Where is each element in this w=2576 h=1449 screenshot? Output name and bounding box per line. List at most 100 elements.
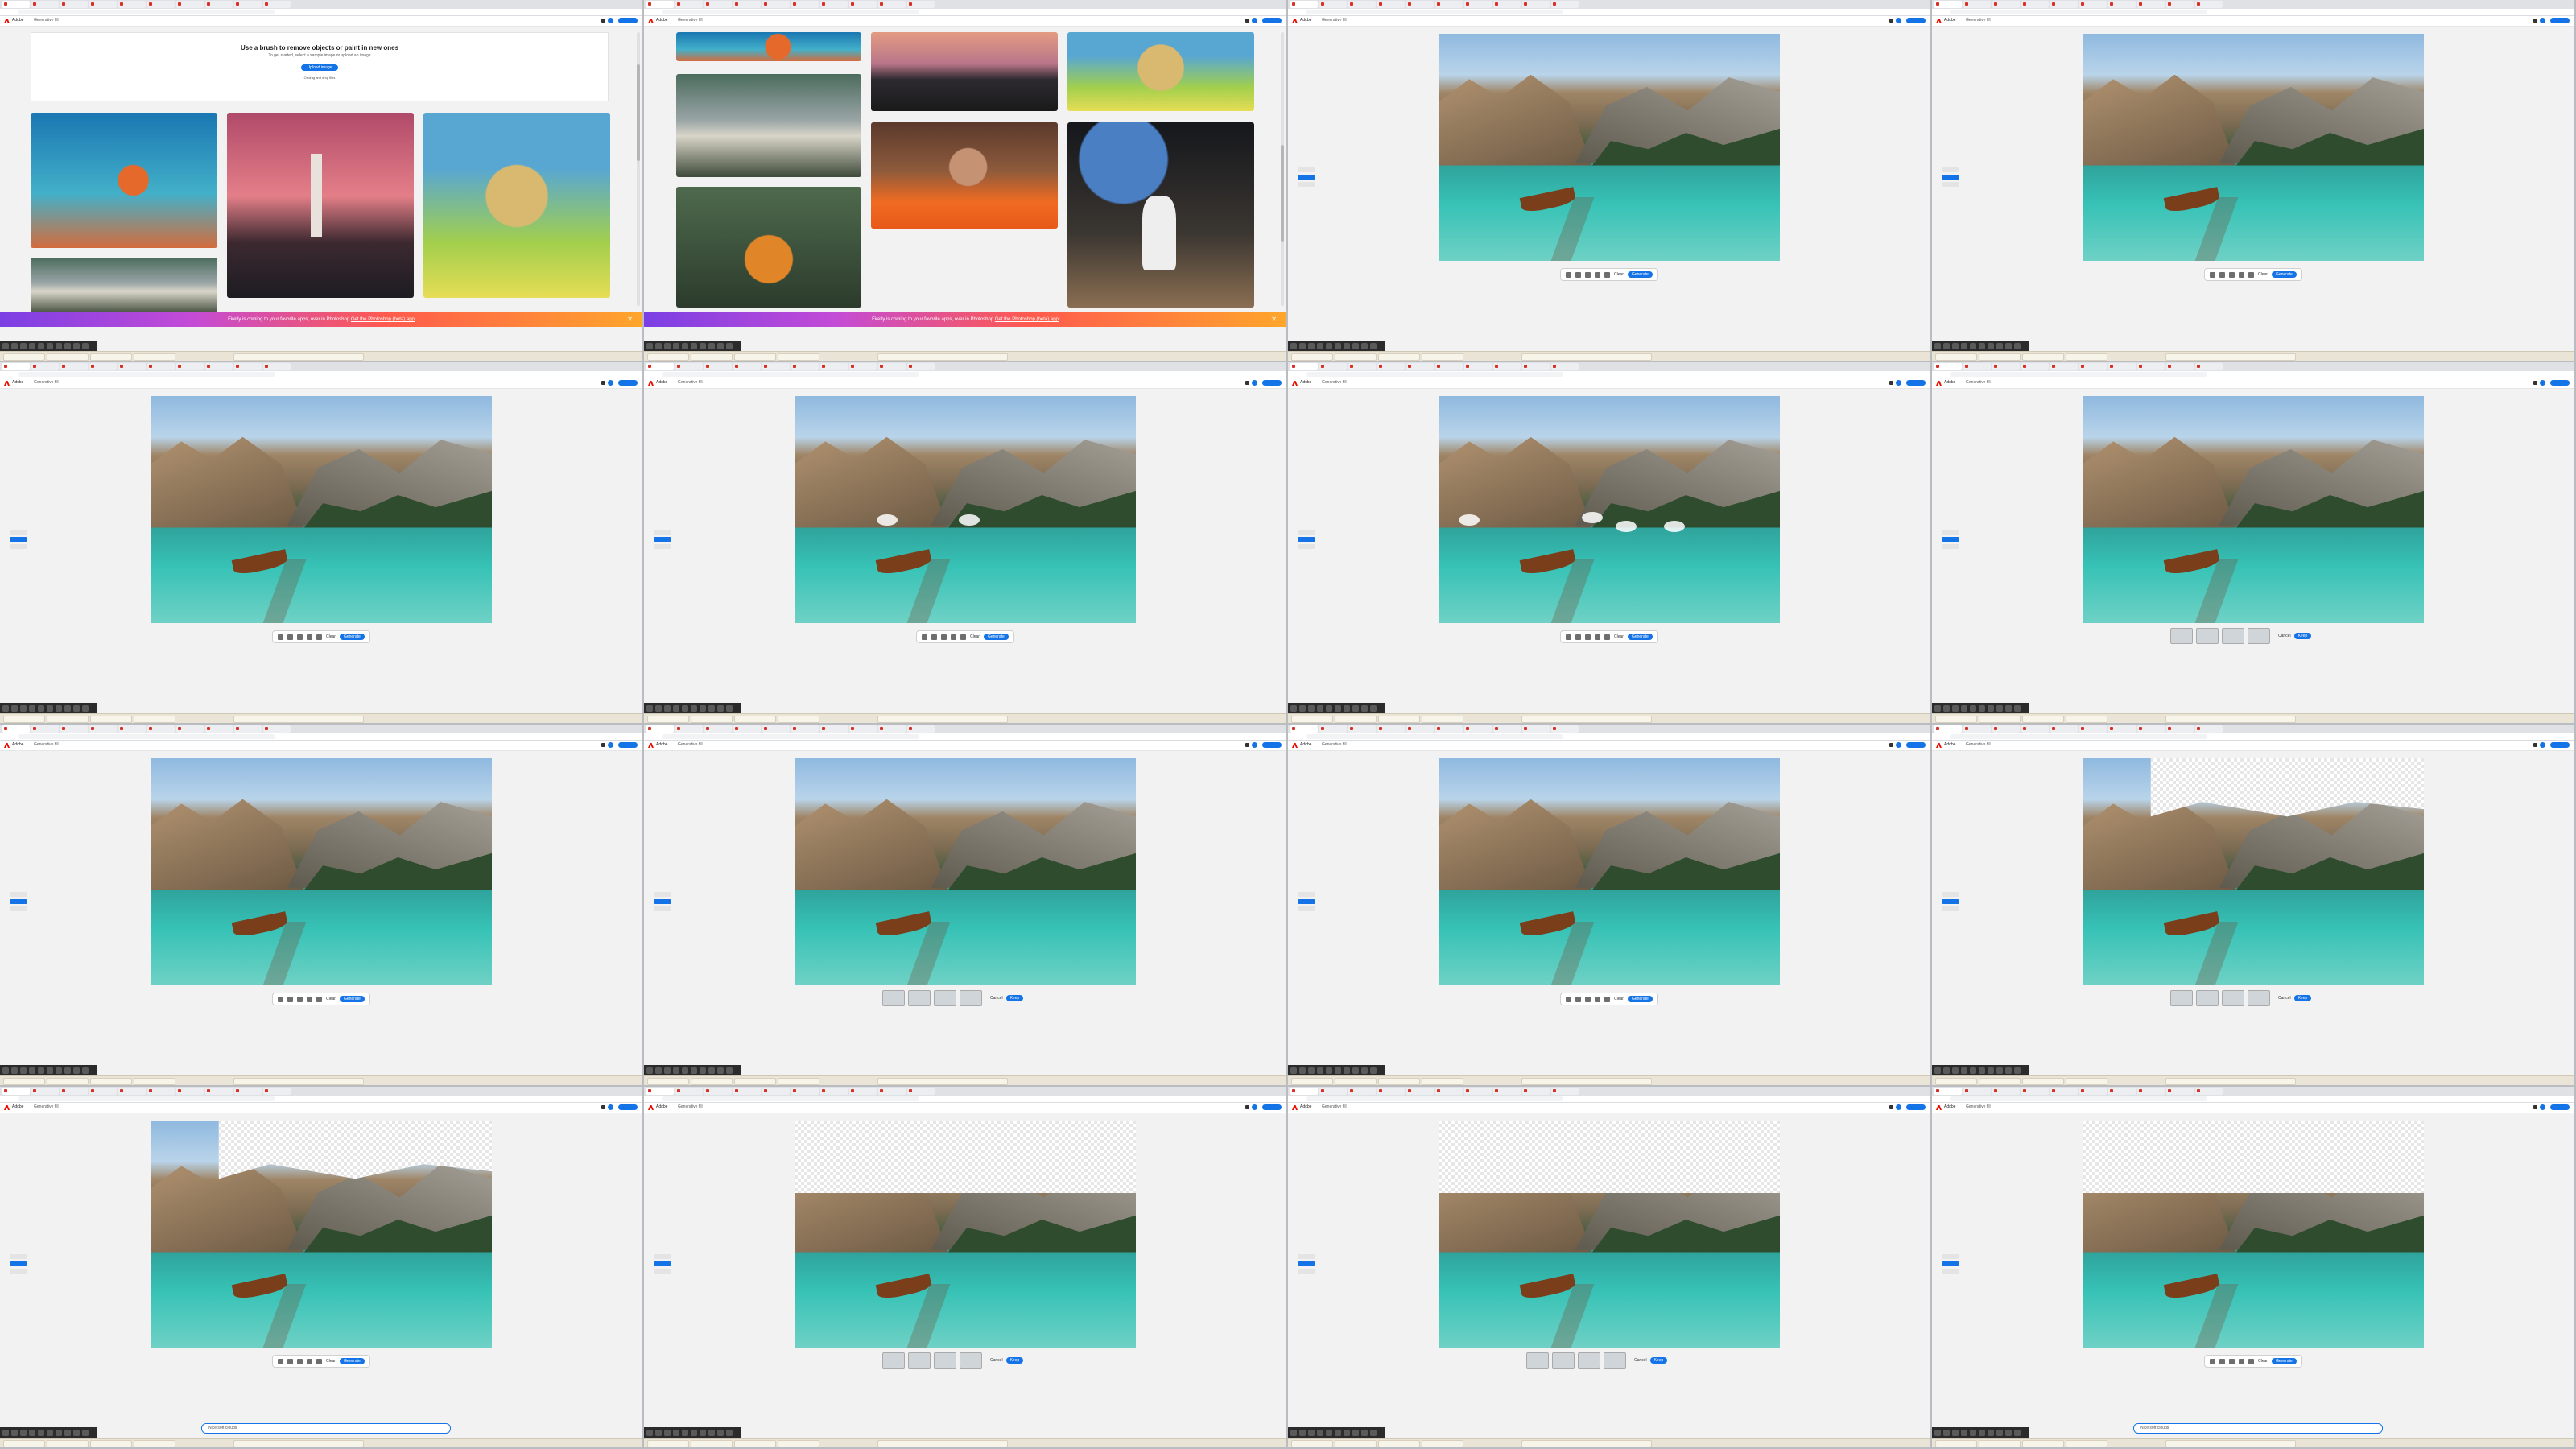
taskbar-search[interactable] bbox=[233, 1440, 364, 1447]
taskbar-item[interactable] bbox=[134, 1078, 175, 1085]
remove-tool[interactable] bbox=[654, 899, 671, 904]
pan-tool[interactable] bbox=[654, 1269, 671, 1274]
browser-tab[interactable] bbox=[675, 725, 703, 733]
share-button[interactable] bbox=[1906, 1104, 1926, 1110]
insert-tool[interactable] bbox=[1298, 167, 1315, 172]
adobe-logo-icon[interactable] bbox=[648, 381, 654, 386]
canvas-image[interactable] bbox=[151, 758, 492, 985]
taskbar-item[interactable] bbox=[90, 716, 132, 723]
breadcrumb[interactable]: Generative fill bbox=[34, 1104, 59, 1109]
dock-app-icon[interactable] bbox=[717, 705, 724, 712]
pan-tool[interactable] bbox=[1298, 1269, 1315, 1274]
dock-app-icon[interactable] bbox=[1996, 343, 2003, 349]
taskbar-item[interactable] bbox=[2066, 716, 2107, 723]
dock-app-icon[interactable] bbox=[726, 1067, 733, 1074]
taskbar-search[interactable] bbox=[877, 716, 1008, 723]
browser-tab[interactable] bbox=[1934, 1, 1962, 8]
cancel-button[interactable]: Cancel bbox=[2278, 996, 2291, 1001]
taskbar-item[interactable] bbox=[47, 716, 89, 723]
share-button[interactable] bbox=[618, 18, 638, 23]
dock-app-icon[interactable] bbox=[1335, 1067, 1341, 1074]
dock-app-icon[interactable] bbox=[726, 343, 733, 349]
address-bar[interactable] bbox=[0, 733, 642, 741]
browser-tab[interactable] bbox=[1377, 363, 1405, 370]
dock-app-icon[interactable] bbox=[1317, 1067, 1323, 1074]
notification-icon[interactable] bbox=[2533, 19, 2537, 23]
share-button[interactable] bbox=[2550, 380, 2570, 386]
address-bar[interactable] bbox=[1932, 9, 2574, 16]
url-field[interactable] bbox=[18, 734, 275, 739]
taskbar-item[interactable] bbox=[1935, 353, 1977, 361]
dock-app-icon[interactable] bbox=[655, 1067, 662, 1074]
dock-app-icon[interactable] bbox=[1308, 343, 1315, 349]
dock-app-icon[interactable] bbox=[11, 1430, 18, 1436]
dock-app-icon[interactable] bbox=[1308, 705, 1315, 712]
taskbar-search[interactable] bbox=[1521, 1440, 1652, 1447]
taskbar-item[interactable] bbox=[1979, 1440, 2021, 1447]
browser-tab[interactable] bbox=[1464, 1088, 1492, 1095]
dock-app-icon[interactable] bbox=[1961, 1067, 1967, 1074]
taskbar-item[interactable] bbox=[134, 1440, 175, 1447]
canvas-image[interactable] bbox=[1439, 1121, 1780, 1348]
dock-app-icon[interactable] bbox=[691, 705, 697, 712]
dock-app-icon[interactable] bbox=[1344, 705, 1350, 712]
dock-app-icon[interactable] bbox=[2014, 1067, 2021, 1074]
taskbar-item[interactable] bbox=[734, 1440, 776, 1447]
share-button[interactable] bbox=[1262, 742, 1282, 748]
browser-tab[interactable] bbox=[2108, 1088, 2136, 1095]
scrollbar-thumb[interactable] bbox=[1281, 145, 1284, 242]
brush-add-icon[interactable] bbox=[922, 634, 927, 640]
browser-tab[interactable] bbox=[791, 363, 819, 370]
browser-tab-strip[interactable] bbox=[1288, 1087, 1930, 1096]
brush-subtract-icon[interactable] bbox=[1575, 634, 1581, 640]
browser-tab[interactable] bbox=[1406, 363, 1434, 370]
brush-subtract-icon[interactable] bbox=[287, 1358, 293, 1364]
dock-app-icon[interactable] bbox=[64, 1430, 71, 1436]
background-icon[interactable] bbox=[307, 634, 312, 640]
dock-app-icon[interactable] bbox=[646, 1430, 653, 1436]
settings-icon[interactable] bbox=[1604, 271, 1610, 278]
dock-app-icon[interactable] bbox=[29, 1067, 35, 1074]
browser-tab[interactable] bbox=[2, 1088, 30, 1095]
dock-app-icon[interactable] bbox=[2, 343, 9, 349]
dock-app-icon[interactable] bbox=[1299, 343, 1306, 349]
remove-tool[interactable] bbox=[10, 899, 27, 904]
canvas-image[interactable] bbox=[1439, 396, 1780, 623]
breadcrumb[interactable]: Generative fill bbox=[1966, 1104, 1991, 1109]
address-bar[interactable] bbox=[644, 733, 1286, 741]
browser-tab[interactable] bbox=[675, 363, 703, 370]
dock-app-icon[interactable] bbox=[1970, 1067, 1976, 1074]
avatar[interactable] bbox=[608, 1104, 613, 1110]
generate-button[interactable]: Generate bbox=[1627, 634, 1653, 640]
pan-tool[interactable] bbox=[654, 906, 671, 911]
browser-tab[interactable] bbox=[2195, 363, 2223, 370]
dock-app-icon[interactable] bbox=[1979, 1067, 1985, 1074]
remove-tool[interactable] bbox=[1942, 537, 1959, 542]
dock-app-icon[interactable] bbox=[1952, 1067, 1959, 1074]
remove-tool[interactable] bbox=[654, 537, 671, 542]
browser-tab[interactable] bbox=[205, 1, 233, 8]
share-button[interactable] bbox=[618, 1104, 638, 1110]
browser-tab[interactable] bbox=[2050, 725, 2078, 733]
adobe-logo-icon[interactable] bbox=[1292, 381, 1298, 386]
insert-tool[interactable] bbox=[10, 530, 27, 535]
clear-button[interactable]: Clear bbox=[2258, 1359, 2268, 1364]
browser-tab[interactable] bbox=[1435, 363, 1463, 370]
dock-app-icon[interactable] bbox=[1335, 705, 1341, 712]
browser-tab[interactable] bbox=[791, 1, 819, 8]
dock-app-icon[interactable] bbox=[1970, 705, 1976, 712]
dock-app-icon[interactable] bbox=[1979, 343, 1985, 349]
dock-app-icon[interactable] bbox=[726, 1430, 733, 1436]
browser-tab[interactable] bbox=[1992, 725, 2020, 733]
browser-tab[interactable] bbox=[907, 1, 935, 8]
browser-tab[interactable] bbox=[1934, 363, 1962, 370]
taskbar-item[interactable] bbox=[1378, 1440, 1420, 1447]
variation-thumbnail[interactable] bbox=[2196, 628, 2219, 644]
settings-icon[interactable] bbox=[316, 1358, 322, 1364]
dock-app-icon[interactable] bbox=[73, 1430, 80, 1436]
avatar[interactable] bbox=[2540, 742, 2545, 748]
remove-tool[interactable] bbox=[10, 1261, 27, 1266]
settings-icon[interactable] bbox=[960, 634, 966, 640]
breadcrumb[interactable]: Generative fill bbox=[34, 742, 59, 747]
dock-app-icon[interactable] bbox=[56, 1430, 62, 1436]
